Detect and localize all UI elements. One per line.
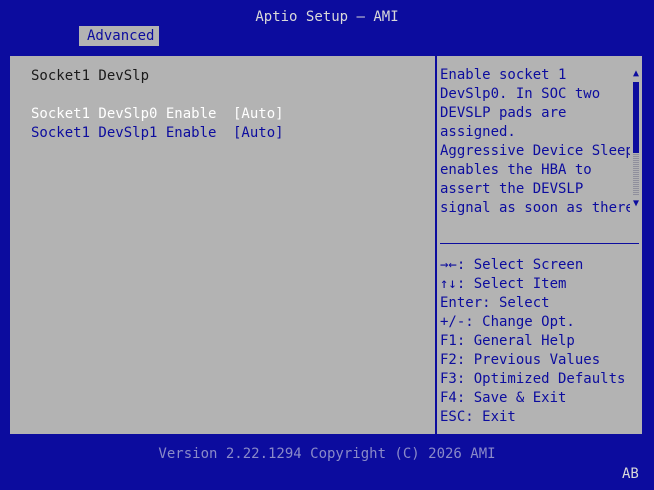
help-line: signal as soon as there	[440, 200, 630, 216]
app-title: Aptio Setup – AMI	[255, 9, 399, 25]
key-hint-general-help: F1: General Help	[440, 333, 575, 349]
help-line: enables the HBA to	[440, 162, 592, 178]
option-value[interactable]: [Auto]	[233, 105, 284, 124]
section-title: Socket1 DevSlp	[31, 68, 150, 84]
help-line: assigned.	[440, 124, 516, 140]
key-hint-exit: ESC: Exit	[440, 409, 516, 425]
key-hint-optimized-defaults: F3: Optimized Defaults	[440, 371, 626, 387]
help-line: assert the DEVSLP	[440, 181, 584, 197]
help-divider	[440, 243, 639, 244]
key-hint-previous-values: F2: Previous Values	[440, 352, 601, 368]
key-legend: →←: Select Screen ↑↓: Select Item Enter:…	[440, 256, 640, 427]
version-text: Version 2.22.1294 Copyright (C) 2026 AMI	[158, 446, 496, 462]
main-frame: Socket1 DevSlp Socket1 DevSlp0 Enable [A…	[8, 54, 644, 436]
key-hint-change-opt: +/-: Change Opt.	[440, 314, 575, 330]
scroll-track[interactable]	[633, 82, 639, 196]
option-socket1-devslp0-enable[interactable]: Socket1 DevSlp0 Enable [Auto]	[31, 105, 284, 124]
help-line: Enable socket 1	[440, 67, 567, 83]
help-pane: Enable socket 1 DevSlp0. In SOC two DEVS…	[437, 56, 642, 434]
option-value[interactable]: [Auto]	[233, 124, 284, 143]
option-label: Socket1 DevSlp0 Enable	[31, 106, 217, 122]
scroll-down-icon[interactable]: ▼	[631, 198, 641, 210]
key-hint-select-screen: →←: Select Screen	[440, 257, 584, 273]
option-socket1-devslp1-enable[interactable]: Socket1 DevSlp1 Enable [Auto]	[31, 124, 284, 143]
status-badge: AB	[622, 466, 639, 482]
key-hint-enter: Enter: Select	[440, 295, 550, 311]
bios-screen: Aptio Setup – AMI Advanced Socket1 DevSl…	[0, 0, 654, 490]
header-bar: Aptio Setup – AMI Advanced	[0, 0, 654, 46]
option-label: Socket1 DevSlp1 Enable	[31, 125, 217, 141]
scroll-thumb[interactable]	[633, 82, 639, 153]
help-line: DevSlp0. In SOC two	[440, 86, 601, 102]
help-line: DEVSLP pads are	[440, 105, 567, 121]
scroll-up-icon[interactable]: ▲	[631, 68, 641, 80]
help-scrollbar[interactable]: ▲ ▼	[631, 68, 641, 210]
key-hint-save-exit: F4: Save & Exit	[440, 390, 567, 406]
key-hint-select-item: ↑↓: Select Item	[440, 276, 567, 292]
tab-advanced[interactable]: Advanced	[79, 26, 159, 46]
help-line: Aggressive Device Sleep	[440, 143, 630, 159]
help-text: Enable socket 1 DevSlp0. In SOC two DEVS…	[440, 66, 630, 218]
settings-pane: Socket1 DevSlp Socket1 DevSlp0 Enable [A…	[10, 56, 435, 434]
